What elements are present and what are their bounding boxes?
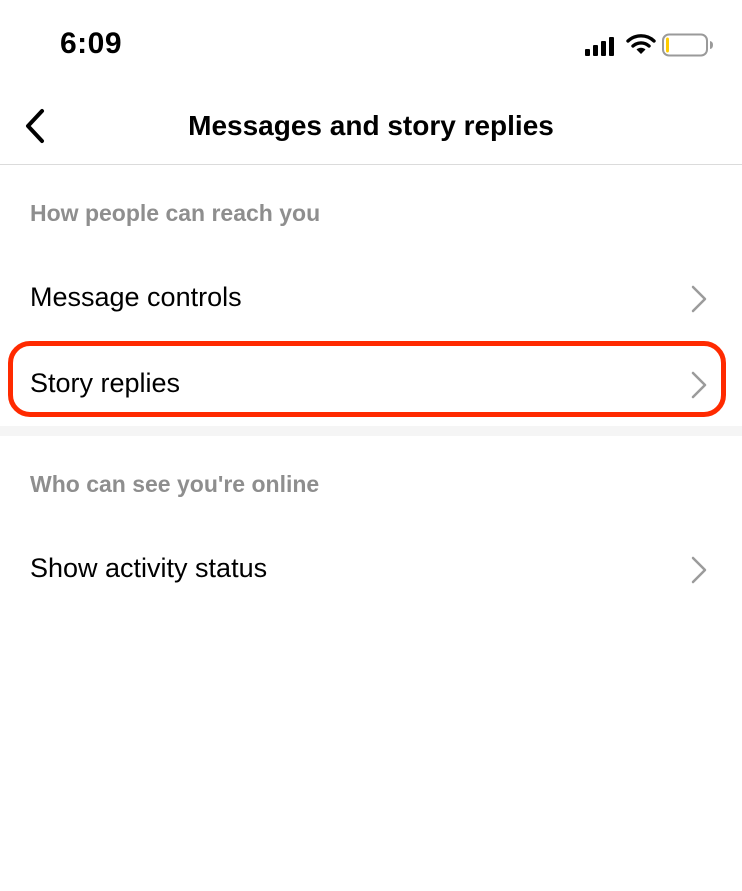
navigation-bar: Messages and story replies xyxy=(0,90,742,165)
battery-icon xyxy=(662,33,714,62)
section-header-online: Who can see you're online xyxy=(30,471,320,497)
signal-icon xyxy=(585,36,617,61)
status-bar: 6:09 xyxy=(0,0,742,90)
page-title: Messages and story replies xyxy=(188,110,554,141)
status-time: 6:09 xyxy=(60,27,123,60)
chevron-right-icon xyxy=(691,556,707,584)
wifi-icon xyxy=(626,32,656,61)
chevron-right-icon xyxy=(691,285,707,313)
section-divider xyxy=(0,426,742,436)
row-label: Message controls xyxy=(30,282,242,312)
show-activity-status-row[interactable]: Show activity status xyxy=(0,533,742,605)
message-controls-row[interactable]: Message controls xyxy=(0,262,742,334)
row-label: Show activity status xyxy=(30,553,268,583)
row-label: Story replies xyxy=(30,368,181,398)
story-replies-row[interactable]: Story replies xyxy=(0,348,742,420)
section-header-reach: How people can reach you xyxy=(30,200,321,226)
chevron-right-icon xyxy=(691,371,707,399)
